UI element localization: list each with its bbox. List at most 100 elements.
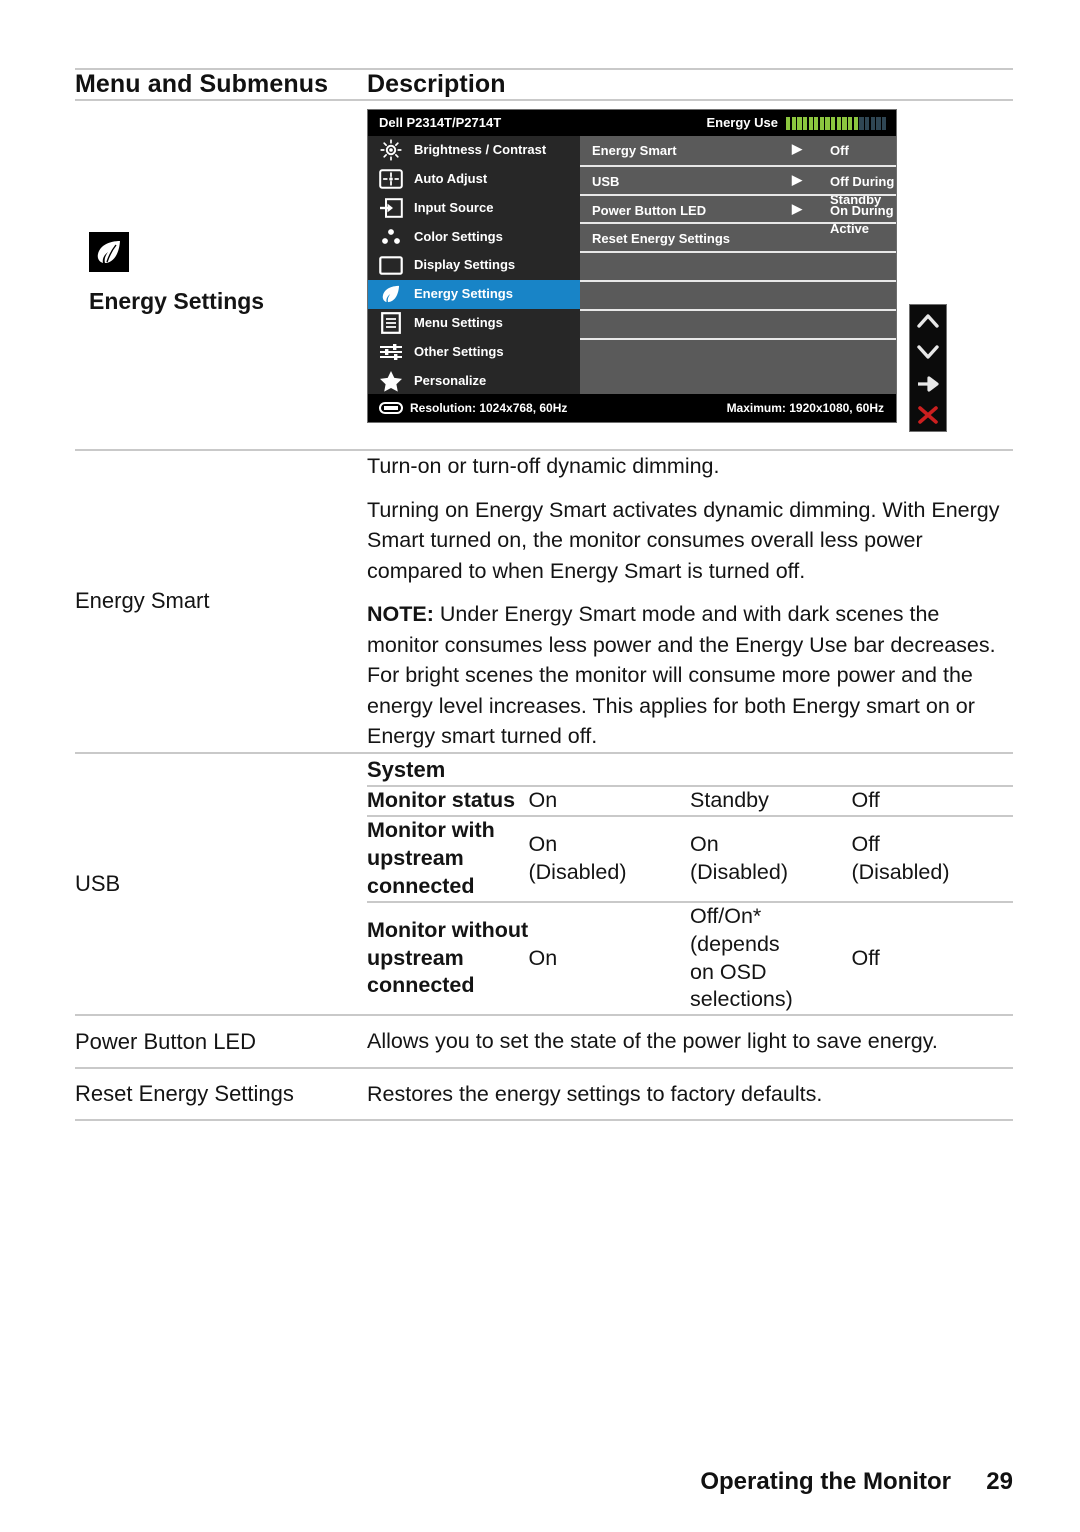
energy-bar-segment [876, 117, 881, 130]
table-row-reset-energy-settings: Reset Energy Settings Restores the energ… [75, 1068, 1013, 1121]
table-row-usb: USB System Monitor status On Standby Off Mon… [75, 753, 1013, 1016]
menu-label-power-button-led: Power Button LED [75, 1028, 256, 1054]
energy-bar-segment [881, 117, 887, 130]
usb-table-title: System [367, 753, 1013, 787]
note-label: NOTE: [367, 602, 434, 627]
menu-cell-energy-settings: Energy Settings [75, 100, 367, 450]
osd-menu-item-label: Menu Settings [414, 314, 503, 330]
osd-menu-item-display-settings[interactable]: Display Settings [368, 251, 580, 280]
energy-bar-segment [814, 117, 819, 130]
table-row-power-button-led: Power Button LED Allows you to set the s… [75, 1015, 1013, 1068]
osd-submenu-item-empty-4 [580, 251, 896, 280]
usb-table-body: System Monitor status On Standby Off Monitor… [367, 753, 1013, 1015]
osd-menu-item-input-source[interactable]: Input Source [368, 194, 580, 223]
energy-bar-segment [853, 117, 858, 130]
note-text: Under Energy Smart mode and with dark sc… [367, 602, 996, 749]
usb-cell-line: (Disabled) [851, 859, 950, 884]
usb-cell-value: On [528, 785, 690, 817]
description-cell-energy-smart: Turn-on or turn-off dynamic dimming. Tur… [367, 450, 1013, 753]
osd-menu-item-label: Auto Adjust [414, 170, 488, 186]
usb-cell-value: Standby [690, 785, 852, 817]
osd-energy-use-label: Energy Use [706, 115, 778, 130]
usb-cell-line: Off [851, 787, 880, 812]
osd-menu-item-label: Other Settings [414, 343, 504, 359]
osd-navigation-buttons [909, 304, 947, 432]
color-settings-icon [378, 226, 404, 248]
osd-screenshot: Dell P2314T/P2714T Energy Use Brightness… [367, 109, 947, 439]
usb-cell-line: (Disabled) [690, 859, 788, 884]
osd-menu-item-label: Display Settings [414, 257, 516, 273]
energy-bar-segment [808, 117, 813, 130]
osd-submenu-item-empty-5 [580, 279, 896, 309]
osd-submenu-label: Energy Smart [592, 143, 677, 158]
osd-menu-item-personalize[interactable]: Personalize [368, 366, 580, 395]
usb-table-row: Monitor with upstream connected On (Disabled… [367, 815, 1013, 903]
description-cell-usb: System Monitor status On Standby Off Monitor… [367, 753, 1013, 1016]
close-x-icon[interactable] [915, 403, 941, 427]
energy-bar-segment [864, 117, 870, 130]
usb-cell-line: (Disabled) [528, 859, 627, 884]
usb-table-row: Monitor status On Standby Off [367, 785, 1013, 817]
usb-cell-line: On [528, 787, 558, 812]
osd-menu-item-auto-adjust[interactable]: Auto Adjust [368, 165, 580, 194]
menu-label-energy-smart: Energy Smart [75, 588, 210, 614]
usb-row-label-line: connected [367, 873, 475, 898]
energy-bar-segment [842, 117, 847, 130]
osd-menu-item-brightness-contrast[interactable]: Brightness / Contrast [368, 136, 580, 165]
osd-submenu-item-reset-energy-settings[interactable]: Reset Energy Settings [580, 222, 896, 251]
description-reset-energy-settings: Restores the energy settings to factory … [367, 1081, 823, 1106]
osd-menu-item-label: Input Source [414, 199, 494, 215]
osd-submenu-label: Power Button LED [592, 202, 707, 218]
energy-smart-paragraph-2: Turning on Energy Smart activates dynami… [367, 497, 1000, 583]
table-row-energy-settings: Energy Settings Dell P2314T/P2714T Energ… [75, 100, 1013, 450]
osd-main-menu-list: Brightness / Contrast Auto Adjust Input So… [368, 136, 580, 396]
osd-menu-item-energy-settings[interactable]: Energy Settings [368, 279, 580, 309]
footer-page-number: 29 [986, 1468, 1013, 1495]
menu-settings-icon [378, 312, 404, 335]
osd-submenu-item-power-button-led[interactable]: Power Button LED ▶ On During Active [580, 193, 896, 236]
menu-label-usb: USB [75, 871, 121, 897]
osd-submenu-item-energy-smart[interactable]: Energy Smart ▶ Off [580, 136, 896, 165]
usb-row-label: Monitor status [367, 785, 529, 817]
up-chevron-icon[interactable] [915, 309, 941, 333]
energy-bar-segment [819, 117, 825, 130]
energy-bar-segment [848, 117, 853, 130]
table-header-row: Menu and Submenus Description [75, 69, 1013, 100]
usb-cell-line: Off [851, 831, 880, 856]
osd-menu-item-color-settings[interactable]: Color Settings [368, 222, 580, 251]
osd-menu-item-other-settings[interactable]: Other Settings [368, 338, 580, 367]
osd-submenu-item-usb[interactable]: USB ▶ Off During Standby [580, 164, 896, 207]
usb-row-label-line: Monitor with [367, 817, 495, 842]
osd-maximum-resolution: Maximum: 1920x1080, 60Hz [726, 401, 884, 415]
right-arrow-icon[interactable] [915, 372, 941, 396]
osd-body: Brightness / Contrast Auto Adjust Input So… [368, 136, 896, 396]
display-settings-icon [378, 255, 404, 277]
usb-table-title-row: System [367, 753, 1013, 787]
osd-window: Dell P2314T/P2714T Energy Use Brightness… [367, 109, 897, 423]
usb-system-table: System Monitor status On Standby Off Monitor… [367, 753, 1013, 1015]
osd-submenu-item-empty-6 [580, 308, 896, 338]
osd-model-name: Dell P2314T/P2714T [379, 115, 502, 130]
usb-cell-value: Off/On* (depends on OSD selections) [690, 902, 852, 1015]
usb-row-label-line: upstream [367, 845, 464, 870]
auto-adjust-icon [378, 168, 404, 190]
star-icon [378, 370, 404, 392]
osd-menu-item-menu-settings[interactable]: Menu Settings [368, 309, 580, 338]
osd-submenu-item-empty-7 [580, 337, 896, 367]
leaf-icon [89, 232, 129, 273]
usb-cell-line: On [528, 831, 558, 856]
usb-cell-line: Standby [690, 787, 769, 812]
usb-cell-line: Off [851, 945, 880, 970]
usb-cell-value: On (Disabled) [690, 815, 852, 903]
osd-submenu-value: Off [830, 143, 849, 158]
osd-titlebar: Dell P2314T/P2714T Energy Use [368, 110, 896, 136]
down-chevron-icon[interactable] [915, 340, 941, 364]
energy-bar-segment [802, 117, 808, 130]
energy-smart-note: NOTE: Under Energy Smart mode and with d… [367, 599, 1013, 752]
chevron-right-icon: ▶ [792, 200, 802, 216]
osd-submenu-list: Energy Smart ▶ Off USB ▶ Off During Standby Po… [580, 136, 896, 396]
energy-bar-segment [825, 117, 830, 130]
usb-row-label-line: connected [367, 973, 475, 998]
description-cell-osd-screenshot: Dell P2314T/P2714T Energy Use Brightness… [367, 100, 1013, 450]
page-footer: Operating the Monitor 29 [0, 1468, 1013, 1496]
